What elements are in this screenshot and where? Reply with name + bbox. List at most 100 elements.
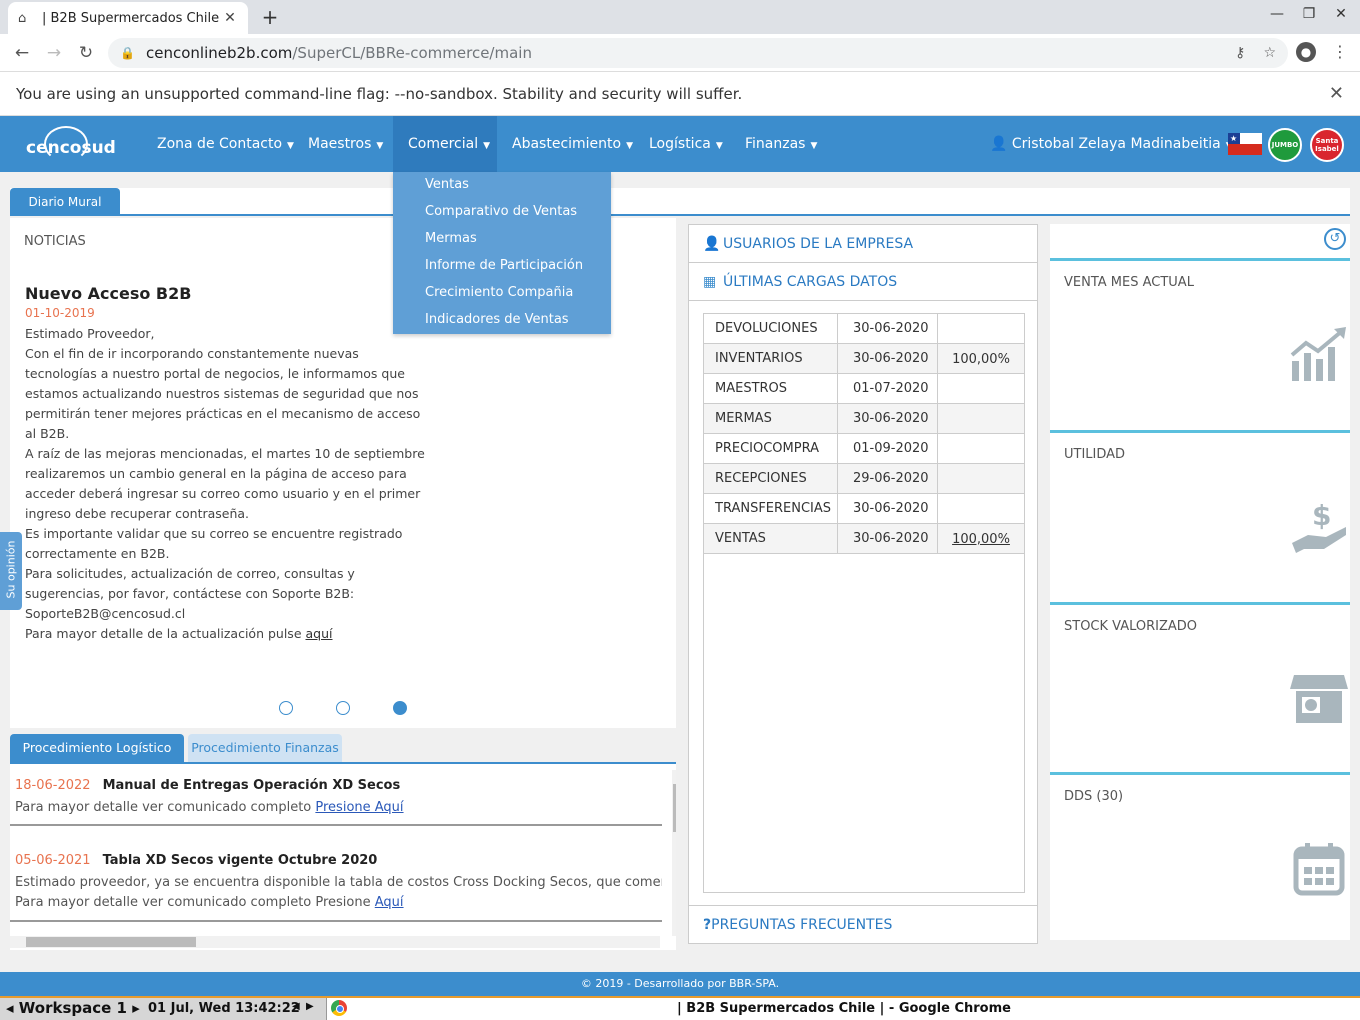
profile-icon[interactable]: ● xyxy=(1296,42,1316,62)
reload-icon[interactable]: ↻ xyxy=(74,41,98,65)
data-panel: 👤 USUARIOS DE LA EMPRESA ▦ ÚLTIMAS CARGAS … xyxy=(688,224,1038,944)
close-tab-icon[interactable]: ✕ xyxy=(222,10,238,26)
page-footer: © 2019 - Desarrollado por BBR-SPA. xyxy=(0,972,1360,996)
news-heading: NOTICIAS xyxy=(24,234,86,249)
usuarios-empresa-link[interactable]: 👤 USUARIOS DE LA EMPRESA xyxy=(689,225,1037,263)
mural-tabs: Diario Mural xyxy=(10,188,1350,216)
santa-isabel-logo[interactable]: Santa Isabel xyxy=(1310,128,1344,162)
url-text: cenconlineb2b.com/SuperCL/BBRe-commerce/… xyxy=(146,44,532,62)
menu-item-comparativo-ventas[interactable]: Comparativo de Ventas xyxy=(393,203,611,230)
list-item: 18-06-2022 Manual de Entregas Operación X… xyxy=(10,778,662,826)
nav-comercial[interactable]: Comercial ▼ xyxy=(393,116,497,172)
feedback-tab[interactable]: Su opinión xyxy=(0,532,22,610)
forward-icon[interactable]: → xyxy=(42,41,66,65)
calendar-icon: ▦ xyxy=(703,274,717,290)
list-item: 05-06-2021 Tabla XD Secos vigente Octubre… xyxy=(10,853,662,922)
news-detail-link[interactable]: aquí xyxy=(306,626,333,641)
address-bar[interactable]: 🔒 cenconlineb2b.com/SuperCL/BBRe-commerc… xyxy=(108,38,1288,68)
table-row: INVENTARIOS 30-06-2020 100,00% xyxy=(704,344,1024,374)
close-infobar-icon[interactable]: ✕ xyxy=(1329,83,1344,104)
carousel-dot-3[interactable] xyxy=(393,701,407,715)
user-menu[interactable]: 👤 Cristobal Zelaya Madinabeitia▼ xyxy=(990,116,1233,172)
vertical-scrollbar[interactable] xyxy=(672,770,676,936)
minimize-icon[interactable]: — xyxy=(1266,6,1288,22)
browser-tab[interactable]: ⌂ | B2B Supermercados Chile ✕ xyxy=(8,2,248,34)
kpi-stock-valorizado[interactable]: STOCK VALORIZADO xyxy=(1050,602,1350,768)
tab-diario-mural[interactable]: Diario Mural xyxy=(10,188,120,216)
nav-logistica[interactable]: Logística ▼ xyxy=(634,116,738,172)
news-title: Nuevo Acceso B2B xyxy=(25,284,192,303)
infobar-message: You are using an unsupported command-lin… xyxy=(16,84,743,103)
comercial-dropdown: Ventas Comparativo de Ventas Mermas Info… xyxy=(393,172,611,334)
refresh-icon[interactable]: ↺ xyxy=(1324,228,1346,250)
procedure-list: 18-06-2022 Manual de Entregas Operación X… xyxy=(10,764,676,950)
table-row: RECEPCIONES 29-06-2020 xyxy=(704,464,1024,494)
preguntas-frecuentes-link[interactable]: ?PREGUNTAS FRECUENTES xyxy=(689,905,1037,943)
question-icon: ? xyxy=(703,917,712,933)
table-row: MERMAS 30-06-2020 xyxy=(704,404,1024,434)
jumbo-logo[interactable]: JUMBO xyxy=(1268,128,1302,162)
carousel-dot-1[interactable] xyxy=(279,701,293,715)
nav-maestros[interactable]: Maestros ▼ xyxy=(293,116,398,172)
tab-title: | B2B Supermercados Chile xyxy=(42,10,220,26)
kpi-utilidad[interactable]: UTILIDAD $ xyxy=(1050,430,1350,596)
nav-zona-contacto[interactable]: Zona de Contacto ▼ xyxy=(142,116,309,172)
data-loads-table: DEVOLUCIONES 30-06-2020 INVENTARIOS 30-06-… xyxy=(703,313,1025,893)
table-row: TRANSFERENCIAS 30-06-2020 xyxy=(704,494,1024,524)
table-row: VENTAS 30-06-2020 100,00% xyxy=(704,524,1024,554)
nav-abastecimiento[interactable]: Abastecimiento ▼ xyxy=(497,116,648,172)
kpi-venta-mes[interactable]: VENTA MES ACTUAL xyxy=(1050,258,1350,424)
menu-item-mermas[interactable]: Mermas xyxy=(393,230,611,257)
store-icon xyxy=(1290,675,1348,723)
close-window-icon[interactable]: ✕ xyxy=(1330,6,1352,22)
kpi-dds[interactable]: DDS (30) xyxy=(1050,772,1350,938)
menu-item-ventas[interactable]: Ventas xyxy=(393,176,611,203)
svg-text:$: $ xyxy=(1312,499,1331,532)
os-taskbar: ◂ Workspace 1 ▸ 01 Jul, Wed 13:42:22 ◀ ▶… xyxy=(0,996,1360,1020)
hand-dollar-icon: $ xyxy=(1292,499,1346,553)
table-row: PRECIOCOMPRA 01-09-2020 xyxy=(704,434,1024,464)
horizontal-scrollbar[interactable] xyxy=(10,936,660,948)
browser-toolbar: ← → ↻ 🔒 cenconlineb2b.com/SuperCL/BBRe-c… xyxy=(0,34,1360,72)
chile-flag-icon[interactable]: ★ xyxy=(1228,133,1262,155)
ventas-percent-link[interactable]: 100,00% xyxy=(938,524,1024,554)
news-date: 01-10-2019 xyxy=(25,306,95,320)
menu-item-indicadores-ventas[interactable]: Indicadores de Ventas xyxy=(393,311,611,338)
user-icon: 👤 xyxy=(703,236,721,252)
tab-procedimiento-logistico[interactable]: Procedimiento Logístico xyxy=(10,734,184,762)
ultimas-cargas-link[interactable]: ▦ ÚLTIMAS CARGAS DATOS xyxy=(689,263,1037,301)
procedure-tabs: Procedimiento Logístico Procedimiento Fi… xyxy=(10,734,676,764)
back-icon[interactable]: ← xyxy=(10,41,34,65)
infobar: You are using an unsupported command-lin… xyxy=(0,72,1360,116)
taskbar-window-chrome[interactable]: | B2B Supermercados Chile | - Google Chr… xyxy=(326,998,1360,1020)
new-tab-button[interactable]: + xyxy=(258,6,282,30)
menu-item-informe-participacion[interactable]: Informe de Participación xyxy=(393,257,611,284)
table-row: DEVOLUCIONES 30-06-2020 xyxy=(704,314,1024,344)
calendar-icon xyxy=(1293,843,1345,896)
menu-item-crecimiento-compania[interactable]: Crecimiento Compañia xyxy=(393,284,611,311)
nav-finanzas[interactable]: Finanzas ▼ xyxy=(730,116,832,172)
cencosud-logo[interactable]: cencosud xyxy=(26,124,116,164)
page-icon: ⌂ xyxy=(18,10,27,26)
workspace-switcher[interactable]: ◂ Workspace 1 ▸ xyxy=(6,999,140,1017)
chevron-down-icon: ▼ xyxy=(810,141,818,151)
news-body: Estimado Proveedor, Con el fin de ir inc… xyxy=(25,326,425,641)
star-icon[interactable]: ☆ xyxy=(1263,45,1276,61)
clock: 01 Jul, Wed 13:42:22 xyxy=(148,1001,300,1016)
tab-strip: ⌂ | B2B Supermercados Chile ✕ + — ❐ ✕ xyxy=(0,0,1360,34)
aqui-link[interactable]: Aquí xyxy=(375,895,404,910)
user-icon: 👤 xyxy=(990,136,1008,152)
chevron-down-icon: ▼ xyxy=(715,141,723,151)
lock-icon: 🔒 xyxy=(120,46,135,60)
kpi-panel: ↺ VENTA MES ACTUAL UTILIDAD $ STOCK VALO… xyxy=(1050,224,1350,940)
presione-aqui-link[interactable]: Presione Aquí xyxy=(315,800,403,815)
carousel-dot-2[interactable] xyxy=(336,701,350,715)
tab-procedimiento-finanzas[interactable]: Procedimiento Finanzas xyxy=(188,734,342,762)
restore-icon[interactable]: ❐ xyxy=(1298,6,1320,22)
window-nav-arrows[interactable]: ◀ ▶ xyxy=(292,1001,314,1012)
key-icon[interactable]: ⚷ xyxy=(1235,45,1245,61)
app-navbar: cencosud Zona de Contacto ▼ Maestros ▼ Com… xyxy=(0,116,1360,172)
chevron-down-icon: ▼ xyxy=(483,141,491,151)
browser-menu-icon[interactable]: ⋮ xyxy=(1332,42,1348,61)
chevron-down-icon: ▼ xyxy=(376,141,384,151)
